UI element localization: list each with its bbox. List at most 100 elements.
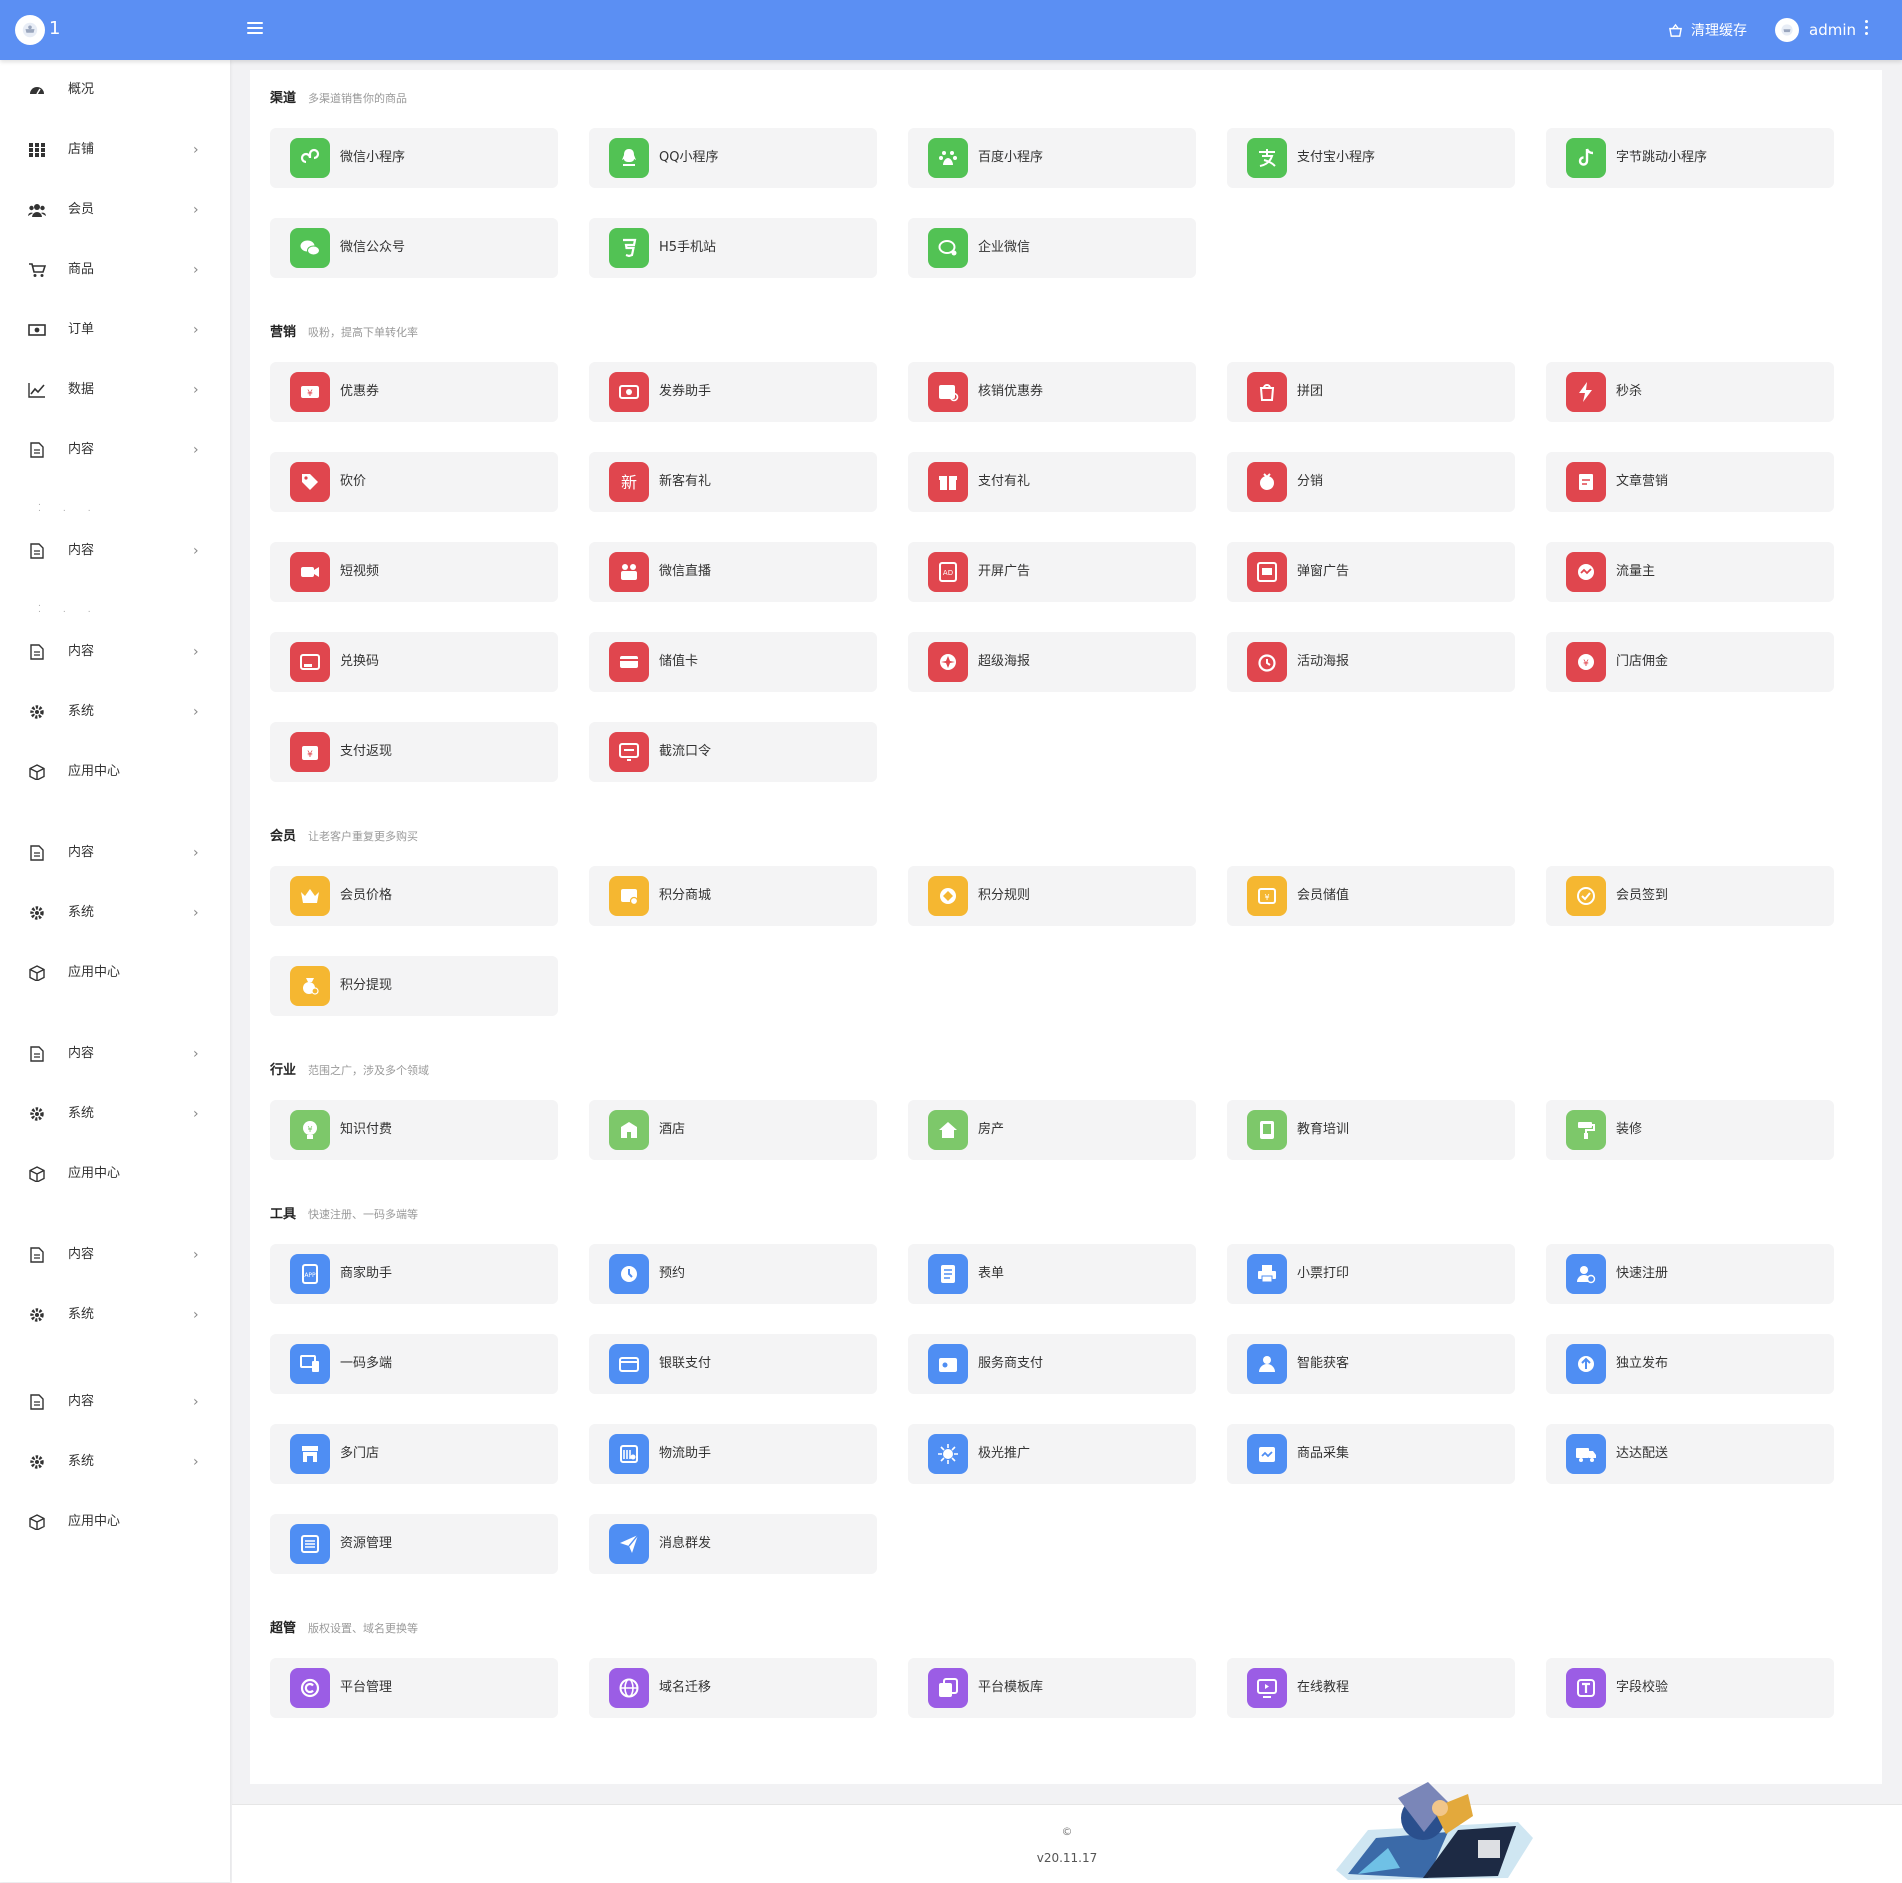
app-card[interactable]: 智能获客 <box>1227 1334 1515 1394</box>
logo-icon[interactable] <box>15 15 45 45</box>
app-card[interactable]: 新 新客有礼 <box>589 452 877 512</box>
copyright-text: © <box>1061 1825 1073 1838</box>
sidebar-item[interactable]: 商品 › <box>0 250 230 290</box>
sidebar-item[interactable]: 系统 › <box>0 893 230 933</box>
app-card[interactable]: 快速注册 <box>1546 1244 1834 1304</box>
app-card[interactable]: ¥ 门店佣金 <box>1546 632 1834 692</box>
app-card[interactable]: 砍价 <box>270 452 558 512</box>
version-text: v20.11.17 <box>1036 1851 1098 1865</box>
sidebar-item[interactable]: 内容 › <box>0 1382 230 1422</box>
sidebar-item[interactable]: 应用中心 <box>0 953 230 993</box>
app-card[interactable]: 短视频 <box>270 542 558 602</box>
app-card[interactable]: 平台管理 <box>270 1658 558 1718</box>
app-card[interactable]: 服务商支付 <box>908 1334 1196 1394</box>
app-card[interactable]: 会员签到 <box>1546 866 1834 926</box>
app-card[interactable]: 拼团 <box>1227 362 1515 422</box>
app-card[interactable]: 平台模板库 <box>908 1658 1196 1718</box>
cube-icon <box>28 1166 46 1183</box>
app-card-label: 砍价 <box>340 474 367 489</box>
app-card[interactable]: 微信小程序 <box>270 128 558 188</box>
sidebar-item[interactable]: 系统 › <box>0 1442 230 1482</box>
chevron-right-icon: › <box>193 142 199 158</box>
app-card[interactable]: 发券助手 <box>589 362 877 422</box>
member-recharge-icon: ¥ <box>1247 876 1287 916</box>
app-card[interactable]: 超级海报 <box>908 632 1196 692</box>
app-card[interactable]: 支付宝小程序 <box>1227 128 1515 188</box>
app-card[interactable]: 房产 <box>908 1100 1196 1160</box>
app-card[interactable]: 截流口令 <box>589 722 877 782</box>
sidebar-item[interactable]: 系统 › <box>0 692 230 732</box>
app-card[interactable]: 分销 <box>1227 452 1515 512</box>
app-card[interactable]: 活动海报 <box>1227 632 1515 692</box>
sidebar-item[interactable]: 内容 › <box>0 833 230 873</box>
app-card[interactable]: 百度小程序 <box>908 128 1196 188</box>
app-card[interactable]: 预约 <box>589 1244 877 1304</box>
app-card[interactable]: 装修 <box>1546 1100 1834 1160</box>
clear-cache-button[interactable]: 清理缓存 <box>1668 19 1747 41</box>
app-card[interactable]: 积分商城 <box>589 866 877 926</box>
app-card[interactable]: 银联支付 <box>589 1334 877 1394</box>
sidebar-item[interactable]: 店铺 › <box>0 130 230 170</box>
sidebar-item[interactable]: 会员 › <box>0 190 230 230</box>
sidebar-item[interactable]: 内容 › <box>0 531 230 571</box>
app-card[interactable]: 文章营销 <box>1546 452 1834 512</box>
app-card[interactable]: 在线教程 <box>1227 1658 1515 1718</box>
sidebar-item[interactable]: 数据 › <box>0 370 230 410</box>
app-card[interactable]: 企业微信 <box>908 218 1196 278</box>
app-card[interactable]: 商品采集 <box>1227 1424 1515 1484</box>
app-card[interactable]: 储值卡 <box>589 632 877 692</box>
grid-icon <box>28 142 46 158</box>
app-card[interactable]: 微信公众号 <box>270 218 558 278</box>
app-card[interactable]: 教育培训 <box>1227 1100 1515 1160</box>
sidebar-item[interactable]: 应用中心 <box>0 1502 230 1542</box>
app-card[interactable]: 兑换码 <box>270 632 558 692</box>
qq-icon <box>609 138 649 178</box>
sidebar-item[interactable]: 内容 › <box>0 430 230 470</box>
app-card[interactable]: 消息群发 <box>589 1514 877 1574</box>
app-card[interactable]: 一码多端 <box>270 1334 558 1394</box>
sidebar-item[interactable]: 订单 › <box>0 310 230 350</box>
app-card[interactable]: AD 开屏广告 <box>908 542 1196 602</box>
app-card[interactable]: QQ小程序 <box>589 128 877 188</box>
app-card[interactable]: 小票打印 <box>1227 1244 1515 1304</box>
app-card[interactable]: ¥ 支付返现 <box>270 722 558 782</box>
app-card[interactable]: 极光推广 <box>908 1424 1196 1484</box>
app-card[interactable]: 物流助手 <box>589 1424 877 1484</box>
sidebar-item[interactable]: 概况 <box>0 70 230 110</box>
app-card[interactable]: 多门店 <box>270 1424 558 1484</box>
sidebar-item[interactable]: 系统 › <box>0 1094 230 1134</box>
sidebar-item[interactable]: 内容 › <box>0 1034 230 1074</box>
app-card[interactable]: 资源管理 <box>270 1514 558 1574</box>
sidebar-item[interactable]: 应用中心 <box>0 752 230 792</box>
gift-icon <box>928 462 968 502</box>
app-card[interactable]: APP 商家助手 <box>270 1244 558 1304</box>
app-card[interactable]: 支付有礼 <box>908 452 1196 512</box>
app-card[interactable]: 字节跳动小程序 <box>1546 128 1834 188</box>
app-card[interactable]: H5手机站 <box>589 218 877 278</box>
app-card[interactable]: 酒店 <box>589 1100 877 1160</box>
app-card[interactable]: 积分规则 <box>908 866 1196 926</box>
sidebar-item[interactable]: 内容 › <box>0 632 230 672</box>
app-card[interactable]: 核销优惠券 <box>908 362 1196 422</box>
app-card[interactable]: ¥ 优惠券 <box>270 362 558 422</box>
menu-toggle-icon[interactable] <box>247 22 263 38</box>
app-card[interactable]: 达达配送 <box>1546 1424 1834 1484</box>
app-card[interactable]: 域名迁移 <box>589 1658 877 1718</box>
app-card[interactable]: 字段校验 <box>1546 1658 1834 1718</box>
app-card[interactable]: 会员价格 <box>270 866 558 926</box>
gear-icon <box>28 1106 46 1122</box>
app-card[interactable]: ¥ 知识付费 <box>270 1100 558 1160</box>
sidebar-item[interactable]: 系统 › <box>0 1295 230 1335</box>
app-card[interactable]: 流量主 <box>1546 542 1834 602</box>
app-card[interactable]: 独立发布 <box>1546 1334 1834 1394</box>
app-card[interactable]: 秒杀 <box>1546 362 1834 422</box>
app-card[interactable]: 表单 <box>908 1244 1196 1304</box>
app-card[interactable]: 积分提现 <box>270 956 558 1016</box>
app-card[interactable]: ¥ 会员储值 <box>1227 866 1515 926</box>
sidebar-item[interactable]: 应用中心 <box>0 1154 230 1194</box>
more-options-icon[interactable] <box>1864 20 1870 40</box>
app-card[interactable]: 弹窗广告 <box>1227 542 1515 602</box>
user-menu[interactable]: admin <box>1775 17 1856 43</box>
sidebar-item[interactable]: 内容 › <box>0 1235 230 1275</box>
app-card[interactable]: 微信直播 <box>589 542 877 602</box>
